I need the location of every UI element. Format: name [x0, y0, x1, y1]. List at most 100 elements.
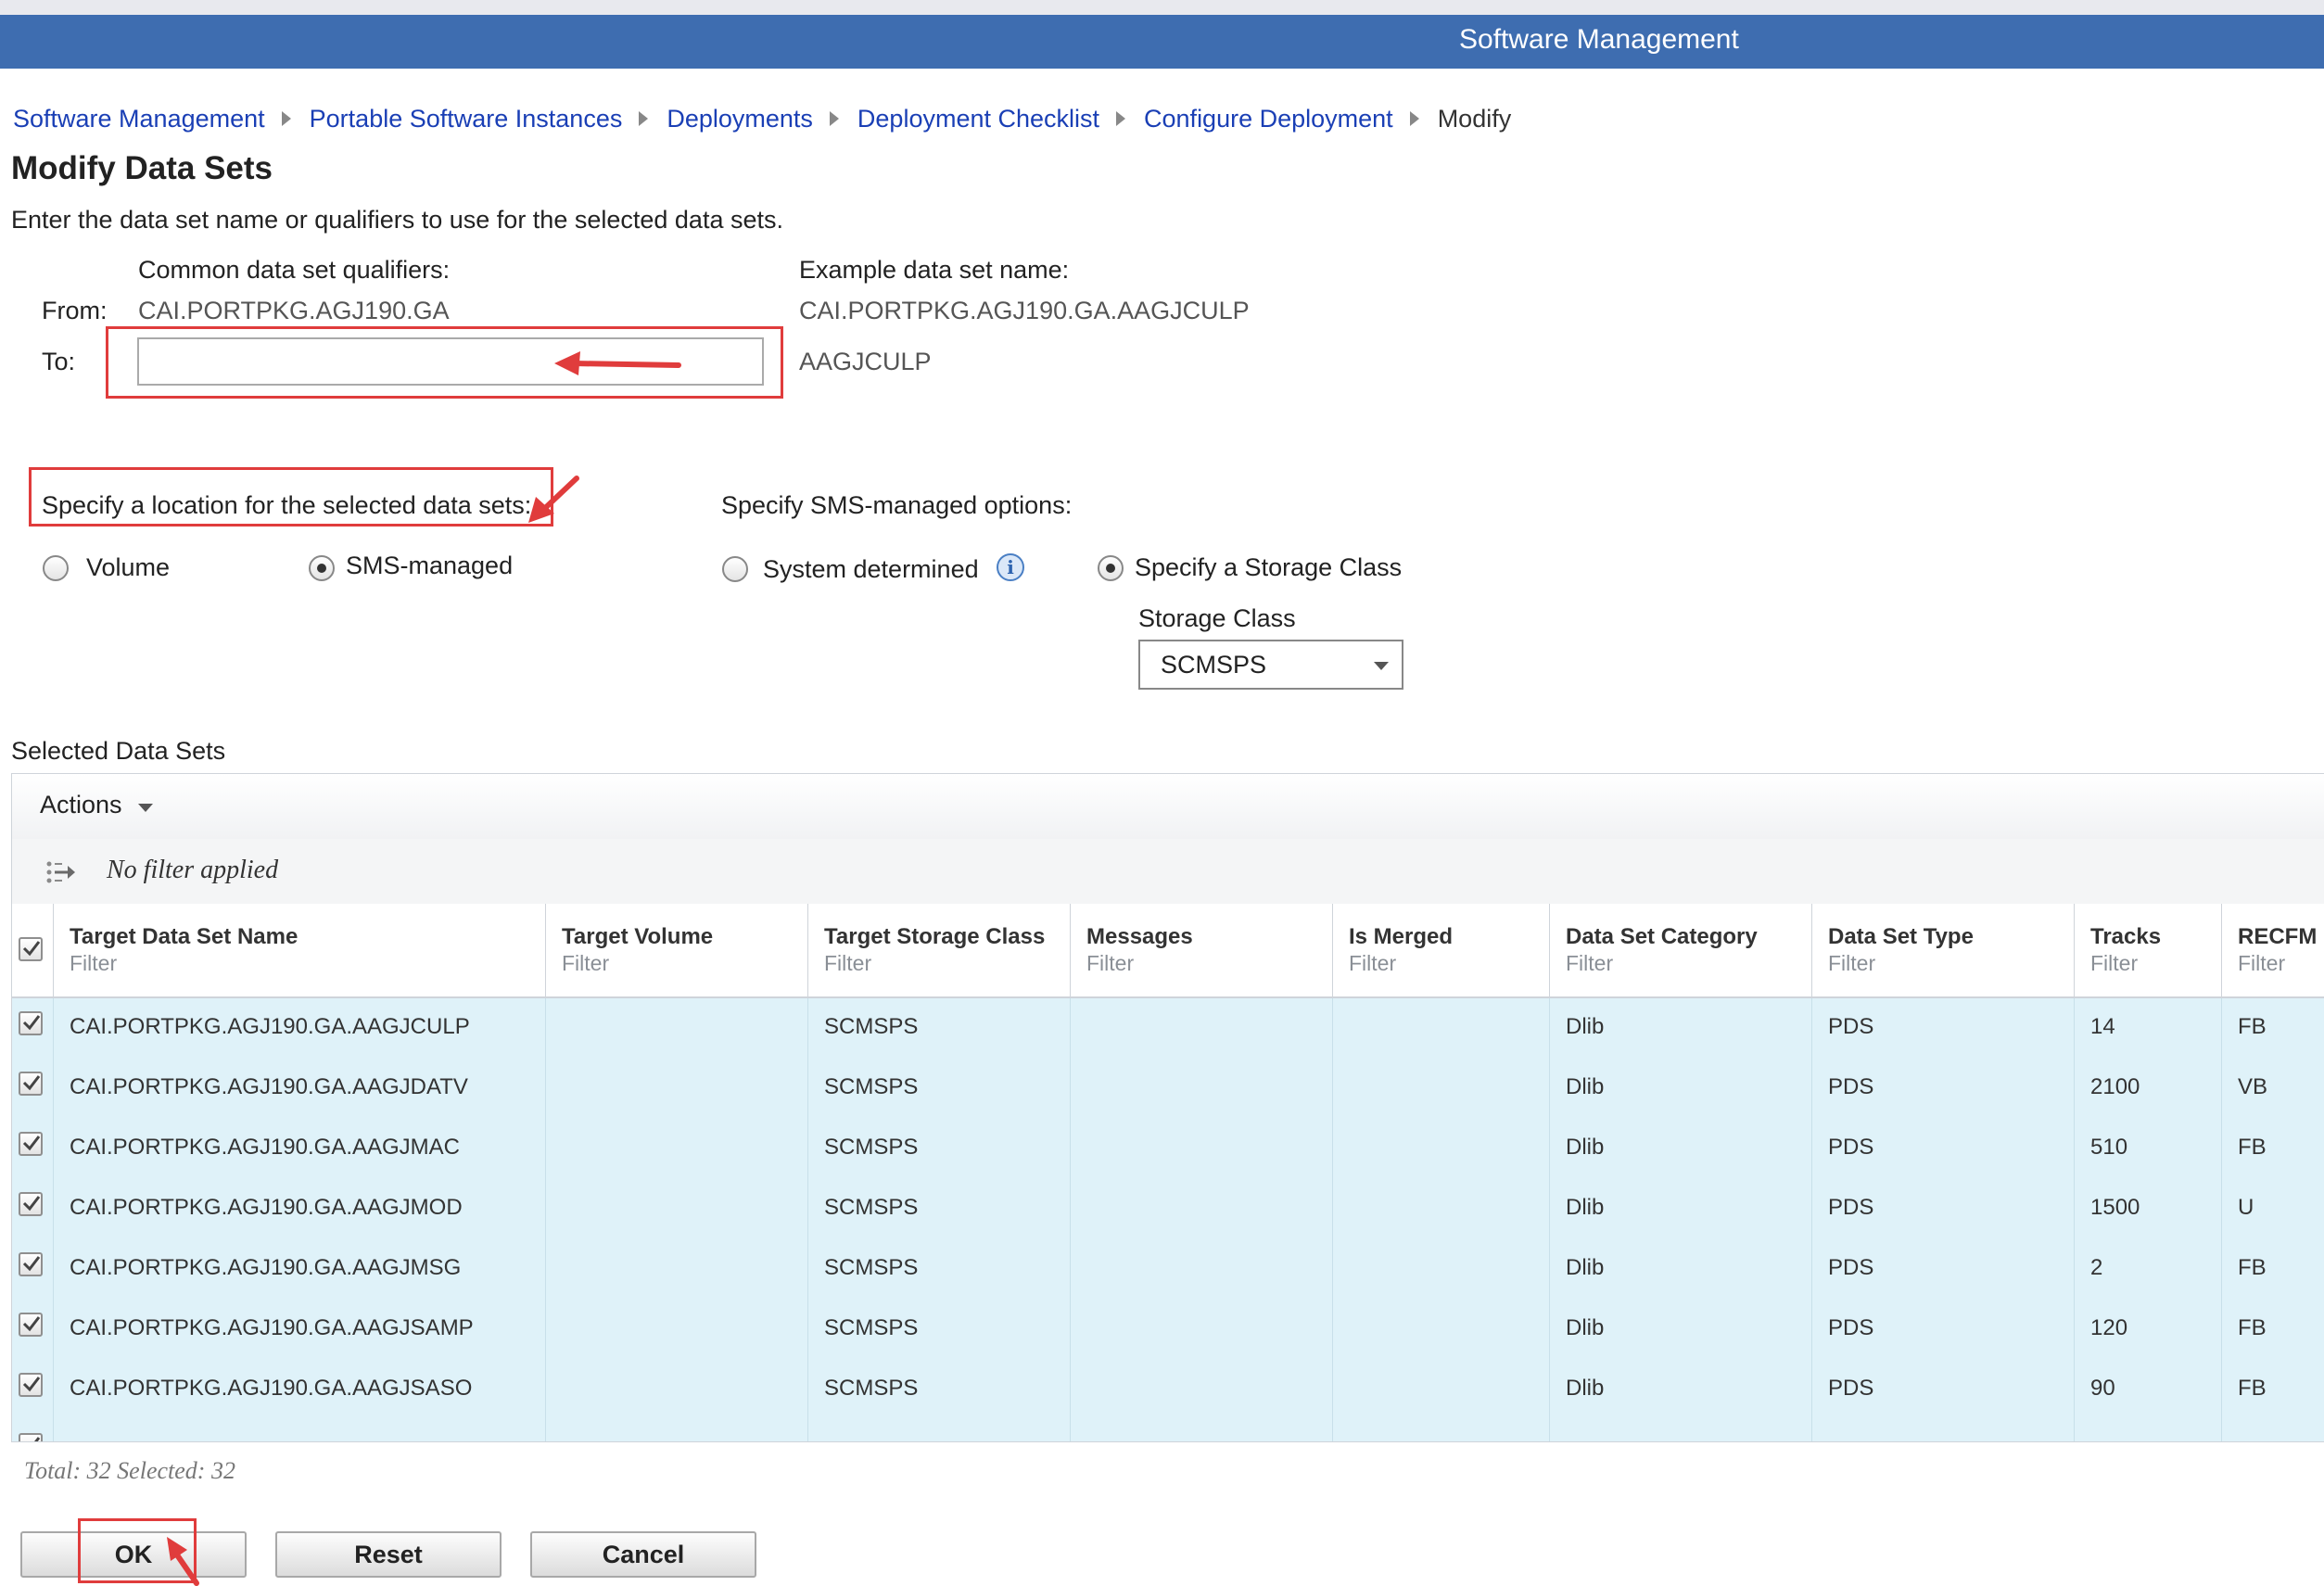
- cell-data-set-type: [1812, 1420, 2075, 1441]
- volume-radio[interactable]: [43, 555, 69, 581]
- breadcrumb-deployment-checklist[interactable]: Deployment Checklist: [857, 105, 1099, 133]
- sms-managed-radio-label[interactable]: SMS-managed: [346, 552, 513, 580]
- breadcrumb-separator-icon: [1409, 111, 1419, 126]
- cell-is-merged: [1333, 1239, 1550, 1300]
- column-header-data-set-category[interactable]: Data Set Category Filter: [1550, 904, 1812, 996]
- column-filter-link[interactable]: Filter: [1828, 951, 1875, 976]
- actions-chevron-down-icon[interactable]: [138, 804, 153, 812]
- column-title[interactable]: Tracks: [2090, 924, 2161, 950]
- column-header-tracks[interactable]: Tracks Filter: [2075, 904, 2222, 996]
- common-qualifiers-header: Common data set qualifiers:: [138, 256, 451, 284]
- select-all-checkbox[interactable]: [19, 937, 43, 961]
- cell-recfm: VB: [2222, 1059, 2324, 1119]
- storage-class-select[interactable]: SCMSPS: [1138, 640, 1403, 690]
- column-header-messages[interactable]: Messages Filter: [1071, 904, 1333, 996]
- system-determined-radio[interactable]: [722, 556, 748, 582]
- row-select-cell: [12, 1119, 54, 1179]
- row-checkbox[interactable]: [19, 1373, 43, 1397]
- column-header-data-set-type[interactable]: Data Set Type Filter: [1812, 904, 2075, 996]
- column-title[interactable]: Messages: [1086, 924, 1193, 950]
- to-example-name: AAGJCULP: [799, 348, 932, 375]
- column-filter-link[interactable]: Filter: [2090, 951, 2138, 976]
- table-row[interactable]: CAI.PORTPKG.AGJ190.GA.AAGJSASO SCMSPS Dlib…: [12, 1360, 2324, 1421]
- column-filter-link[interactable]: Filter: [2238, 951, 2285, 976]
- breadcrumb-portable-software-instances[interactable]: Portable Software Instances: [310, 105, 623, 133]
- column-title[interactable]: Target Storage Class: [824, 924, 1045, 950]
- row-select-cell: [12, 1360, 54, 1420]
- table-row[interactable]: CAI.PORTPKG.AGJ190.GA.AAGJMAC SCMSPS Dlib P…: [12, 1119, 2324, 1180]
- row-checkbox[interactable]: [19, 1011, 43, 1035]
- to-label: To:: [42, 348, 76, 375]
- app-title: Software Management: [1459, 24, 1739, 55]
- sms-options-label: Specify SMS-managed options:: [721, 491, 1073, 519]
- table-row[interactable]: CAI.PORTPKG.AGJ190.GA.AAGJSAMP SCMSPS Dlib…: [12, 1300, 2324, 1361]
- filter-status-text: No filter applied: [107, 856, 279, 884]
- column-filter-link[interactable]: Filter: [562, 951, 609, 976]
- storage-class-value: SCMSPS: [1161, 651, 1267, 679]
- column-title[interactable]: RECFM: [2238, 924, 2317, 950]
- column-filter-link[interactable]: Filter: [70, 951, 117, 976]
- breadcrumb-configure-deployment[interactable]: Configure Deployment: [1144, 105, 1393, 133]
- ok-button[interactable]: OK: [20, 1531, 247, 1578]
- row-checkbox[interactable]: [19, 1072, 43, 1096]
- cancel-button[interactable]: Cancel: [530, 1531, 756, 1578]
- column-header-target-data-set-name[interactable]: Target Data Set Name Filter: [54, 904, 546, 996]
- location-label: Specify a location for the selected data…: [42, 491, 532, 519]
- annotation-arrow-icon: [554, 351, 681, 375]
- column-header-target-storage-class[interactable]: Target Storage Class Filter: [808, 904, 1071, 996]
- table-row[interactable]: CAI.PORTPKG.AGJ190.GA.AAGJCULP SCMSPS Dlib…: [12, 998, 2324, 1059]
- breadcrumb-deployments[interactable]: Deployments: [667, 105, 813, 133]
- column-header-is-merged[interactable]: Is Merged Filter: [1333, 904, 1550, 996]
- column-title[interactable]: Data Set Type: [1828, 924, 1974, 950]
- table-row[interactable]: CAI.PORTPKG.AGJ190.GA.AAGJDATV SCMSPS Dlib…: [12, 1059, 2324, 1120]
- cell-data-set-type: PDS: [1812, 1239, 2075, 1300]
- cell-target-storage-class: SCMSPS: [808, 998, 1071, 1059]
- system-determined-radio-label[interactable]: System determined: [763, 555, 979, 584]
- grid-status-text: Total: 32 Selected: 32: [24, 1457, 235, 1484]
- cell-target-volume: [546, 1300, 808, 1360]
- row-checkbox[interactable]: [19, 1132, 43, 1156]
- column-filter-link[interactable]: Filter: [824, 951, 871, 976]
- cell-messages: [1071, 998, 1333, 1059]
- cell-data-set-type: PDS: [1812, 1360, 2075, 1420]
- select-all-column: [12, 904, 54, 996]
- column-header-recfm[interactable]: RECFM Filter: [2222, 904, 2324, 996]
- volume-radio-label[interactable]: Volume: [86, 553, 170, 582]
- storage-class-label: Storage Class: [1138, 604, 1296, 632]
- cell-target-storage-class: SCMSPS: [808, 1119, 1071, 1179]
- reset-button[interactable]: Reset: [275, 1531, 502, 1578]
- specify-storage-class-radio-label[interactable]: Specify a Storage Class: [1135, 553, 1402, 582]
- column-title[interactable]: Target Data Set Name: [70, 924, 298, 950]
- table-row[interactable]: CAI.PORTPKG.AGJ190.GA.AAGJMSG SCMSPS Dlib P…: [12, 1239, 2324, 1301]
- filter-toggle-icon[interactable]: [44, 856, 77, 889]
- cell-target-volume: [546, 1239, 808, 1300]
- column-header-target-volume[interactable]: Target Volume Filter: [546, 904, 808, 996]
- window-top-strip: [0, 0, 2324, 15]
- cell-tracks: 510: [2075, 1119, 2222, 1179]
- info-icon[interactable]: i: [997, 553, 1024, 581]
- column-filter-link[interactable]: Filter: [1349, 951, 1396, 976]
- row-checkbox[interactable]: [19, 1433, 43, 1441]
- cell-recfm: FB: [2222, 1239, 2324, 1300]
- column-title[interactable]: Target Volume: [562, 924, 713, 950]
- column-title[interactable]: Is Merged: [1349, 924, 1453, 950]
- row-checkbox[interactable]: [19, 1192, 43, 1216]
- breadcrumb-software-management[interactable]: Software Management: [13, 105, 265, 133]
- cell-target-storage-class: SCMSPS: [808, 1059, 1071, 1119]
- cell-messages: [1071, 1360, 1333, 1420]
- grid-action-bar: Actions: [12, 774, 2324, 840]
- row-select-cell: [12, 1420, 54, 1441]
- column-filter-link[interactable]: Filter: [1086, 951, 1134, 976]
- cell-target-storage-class: [808, 1420, 1071, 1441]
- column-title[interactable]: Data Set Category: [1566, 924, 1758, 950]
- row-checkbox[interactable]: [19, 1313, 43, 1337]
- specify-storage-class-radio[interactable]: [1098, 555, 1124, 581]
- table-row[interactable]: [12, 1420, 2324, 1441]
- sms-managed-radio[interactable]: [309, 555, 335, 581]
- cell-data-set-type: PDS: [1812, 998, 2075, 1059]
- row-checkbox[interactable]: [19, 1252, 43, 1276]
- table-row[interactable]: CAI.PORTPKG.AGJ190.GA.AAGJMOD SCMSPS Dlib P…: [12, 1179, 2324, 1240]
- actions-menu-button[interactable]: Actions: [40, 791, 122, 819]
- column-filter-link[interactable]: Filter: [1566, 951, 1613, 976]
- app-title-bar: Software Management: [0, 15, 2324, 69]
